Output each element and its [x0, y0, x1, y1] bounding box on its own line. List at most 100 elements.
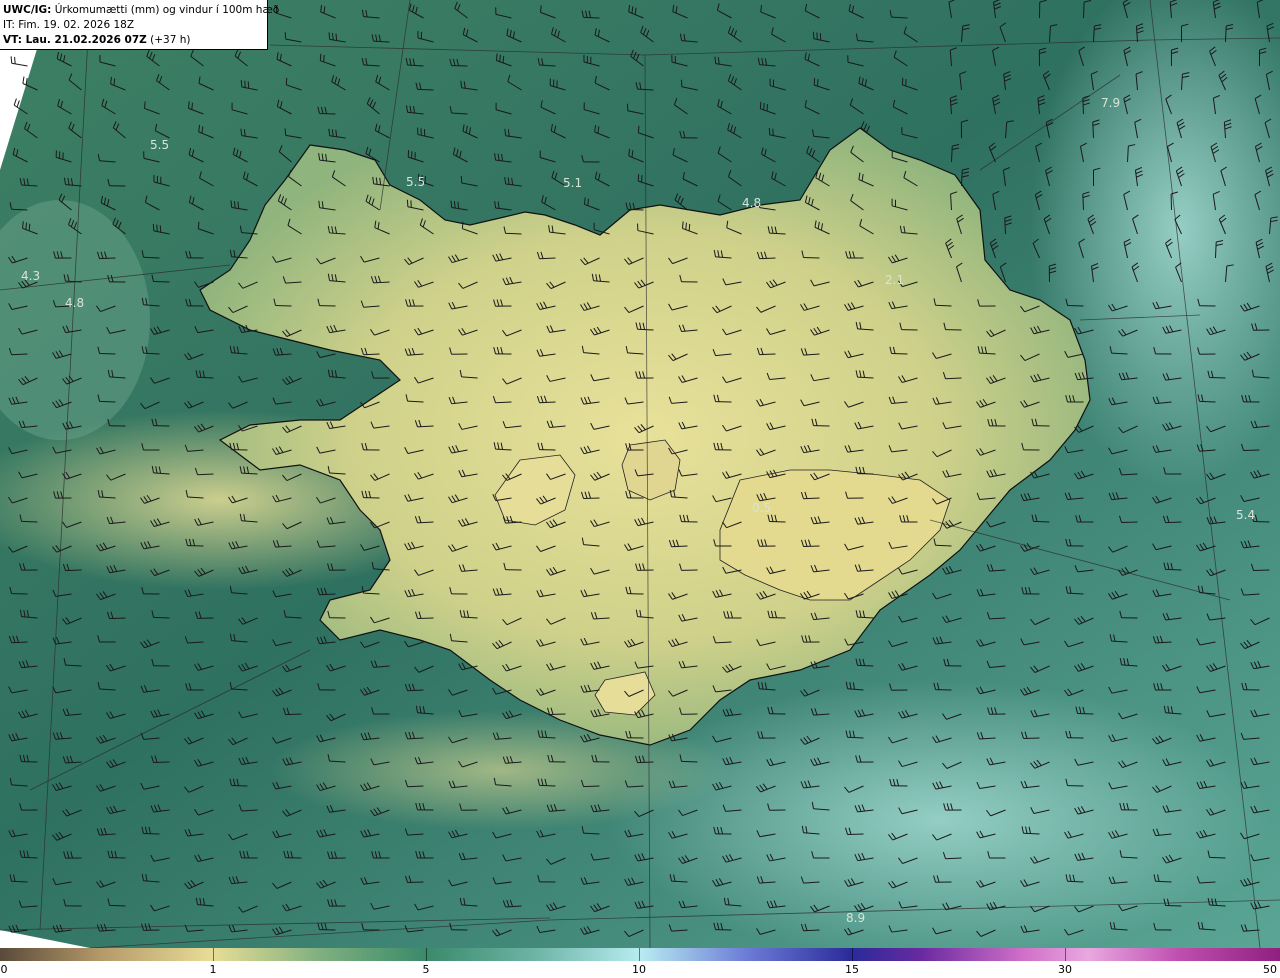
wind-barb-feather	[230, 200, 233, 208]
wind-barb	[1199, 400, 1216, 403]
wind-barb-feather	[502, 55, 505, 63]
wind-barb-feather	[144, 101, 146, 109]
wind-barb-feather	[191, 102, 193, 110]
wind-barb	[21, 520, 38, 523]
colorbar-tick	[852, 948, 853, 961]
colorbar-tick-label: 15	[845, 963, 859, 976]
wind-barb	[99, 400, 116, 403]
wind-barb	[961, 169, 963, 187]
wind-barb	[99, 257, 116, 260]
wind-barb	[153, 616, 170, 619]
wind-barb-feather	[688, 223, 691, 231]
colorbar-tick-label: 50	[1263, 963, 1277, 976]
map-value-label: 5.4	[1236, 508, 1255, 522]
wind-barb	[583, 497, 600, 500]
wind-barb-feather	[584, 197, 586, 205]
wind-barb	[1082, 193, 1084, 211]
wind-barb	[1083, 1, 1085, 19]
wind-barb	[637, 761, 654, 764]
wind-barb	[681, 760, 698, 763]
colorbar-tick	[213, 948, 214, 961]
forecast-map: 5.5 5.5 5.1 4.8 7.9 4.3 4.8 2.1 0.5 5.4 …	[0, 0, 1280, 948]
map-value-label: 5.5	[406, 175, 425, 189]
wind-barb-feather	[233, 201, 236, 209]
wind-barb-feather	[685, 222, 687, 230]
wind-barb	[637, 328, 654, 331]
map-value-label: 4.8	[65, 296, 84, 310]
map-value-label: 2.1	[885, 273, 904, 287]
wind-barb	[759, 353, 776, 356]
colorbar-tick-label: 5	[422, 963, 430, 976]
wind-barb-feather	[240, 79, 243, 88]
valid-time-line: VT: Lau. 21.02.2026 07Z (+37 h)	[3, 33, 263, 48]
wind-barb-feather	[328, 32, 331, 40]
wind-barb-feather	[14, 56, 16, 64]
map-value-label: 5.5	[150, 138, 169, 152]
wind-barb-feather	[25, 222, 28, 230]
wind-barb	[627, 208, 644, 211]
model-label: UWC/IG:	[3, 4, 52, 16]
wind-barb	[417, 88, 434, 91]
colorbar-tick-label: 10	[632, 963, 646, 976]
wind-barb-feather	[28, 223, 31, 231]
wind-barb	[285, 713, 302, 716]
info-box: UWC/IG: Úrkomumætti (mm) og vindur í 100…	[0, 0, 279, 50]
colorbar-tick	[426, 948, 427, 961]
colorbar-tick-label: 1	[209, 963, 217, 976]
map-title: Úrkomumætti (mm) og vindur í 100m hæð	[54, 4, 280, 16]
wind-barb	[935, 544, 952, 547]
wind-barb-feather	[284, 32, 287, 40]
colorbar-tick-label: 0	[0, 963, 8, 976]
wind-barb-feather	[331, 32, 334, 41]
wind-barb	[803, 256, 820, 259]
wind-barb	[1077, 712, 1094, 715]
wind-barb	[505, 232, 522, 235]
wind-barb	[153, 280, 170, 283]
title-line: UWC/IG: Úrkomumætti (mm) og vindur í 100…	[3, 3, 279, 18]
wind-barb	[1215, 241, 1217, 259]
wind-barb	[1165, 521, 1182, 524]
wind-barb	[759, 257, 776, 260]
map-area: 5.5 5.5 5.1 4.8 7.9 4.3 4.8 2.1 0.5 5.4 …	[0, 0, 1280, 948]
wind-barb-feather	[540, 5, 542, 13]
wind-barb	[803, 545, 820, 548]
wind-barb-feather	[637, 125, 640, 133]
wind-barb	[1165, 568, 1182, 571]
wind-barb	[1243, 449, 1260, 452]
map-value-label: 7.9	[1101, 96, 1120, 110]
valid-time: VT: Lau. 21.02.2026 07Z	[3, 34, 147, 46]
wind-barb-feather	[284, 128, 287, 136]
wind-barb	[65, 569, 82, 572]
wind-barb	[109, 904, 126, 907]
colorbar-tick	[639, 948, 640, 961]
colorbar-legend: 0 1 5 10 15 30 50	[0, 948, 1280, 978]
wind-barb-feather	[495, 53, 498, 61]
map-value-label: 8.9	[846, 911, 865, 925]
colorbar	[0, 948, 1280, 961]
wind-barb-feather	[10, 56, 13, 64]
wind-barb	[1082, 97, 1084, 115]
map-value-label: 0.5	[752, 501, 771, 515]
wind-barb	[1033, 520, 1050, 523]
wind-barb-feather	[247, 81, 250, 89]
wind-barb	[583, 785, 600, 788]
wind-barb	[1253, 520, 1270, 523]
wind-barb	[1023, 737, 1040, 740]
map-value-label: 4.3	[21, 269, 40, 283]
wind-barb	[583, 16, 600, 19]
initial-time: IT: Fim. 19. 02. 2026 18Z	[3, 19, 135, 31]
colorbar-tick-label: 30	[1058, 963, 1072, 976]
map-value-label: 4.8	[742, 196, 761, 210]
map-value-label: 5.1	[563, 176, 582, 190]
wind-barb-feather	[188, 101, 190, 109]
wind-barb-feather	[335, 33, 338, 41]
lead-time: (+37 h)	[150, 34, 191, 46]
wind-barb	[1225, 25, 1227, 43]
colorbar-tick	[1065, 948, 1066, 961]
wind-barb-feather	[587, 198, 589, 206]
wind-barb-feather	[22, 221, 24, 229]
wind-barb-feather	[461, 221, 464, 229]
wind-barb-feather	[244, 80, 246, 88]
wind-barb	[1253, 569, 1270, 572]
wind-barb-feather	[499, 54, 501, 62]
